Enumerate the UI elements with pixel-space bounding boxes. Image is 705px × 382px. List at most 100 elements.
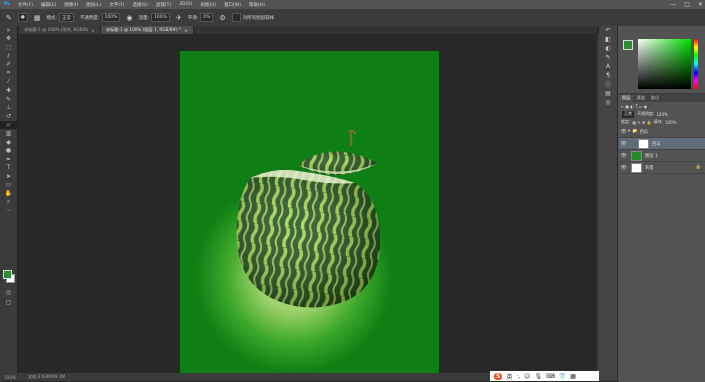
paragraph-panel-icon[interactable]: ¶ — [599, 71, 617, 80]
ime-skin-icon[interactable]: 👕 — [559, 373, 566, 380]
properties-panel-icon[interactable]: ◧ — [599, 35, 617, 44]
menu-layer[interactable]: 图层(L) — [82, 2, 105, 8]
mode-label: 模式: — [46, 15, 57, 21]
smooth-input[interactable]: 0% — [200, 13, 214, 22]
airbrush-icon[interactable]: ✈ — [176, 14, 182, 22]
close-tab-icon[interactable]: × — [91, 28, 95, 33]
lock-icons[interactable]: ▦ ✎ ✥ 🔒 — [632, 120, 651, 125]
quick-select-tool-icon[interactable]: ✐ — [0, 60, 17, 69]
eraser-tool-icon[interactable]: ▱ — [0, 120, 17, 130]
hand-tool-icon[interactable]: ✋ — [0, 189, 17, 198]
dodge-tool-icon[interactable]: ● — [0, 146, 17, 155]
clone-stamp-tool-icon[interactable]: ⊥ — [0, 103, 17, 112]
collapse-icon[interactable]: » — [0, 26, 17, 35]
path-select-tool-icon[interactable]: ➤ — [0, 172, 17, 181]
brush-panel-icon[interactable]: ✎ — [599, 53, 617, 62]
layer-group-row[interactable]: 👁 ▾ 📁 西瓜 — [619, 126, 705, 138]
menu-select[interactable]: 选择(S) — [129, 2, 152, 8]
brush-tool-icon[interactable]: ✎ — [0, 95, 17, 104]
marquee-tool-icon[interactable]: ⬚ — [0, 43, 17, 52]
document-tab[interactable]: 未标题-1 @ 100% (形状, RGB/8) × — [19, 26, 101, 34]
shape-tool-icon[interactable]: ▭ — [0, 181, 17, 190]
visibility-eye-icon[interactable]: 👁 — [619, 141, 628, 147]
tab-paths[interactable]: 路径 — [648, 95, 662, 101]
expand-chevron-icon[interactable]: ▾ — [628, 129, 630, 134]
ime-tools-icon[interactable]: ▦ — [570, 373, 576, 380]
quick-mask-icon[interactable]: ◎ — [0, 288, 17, 297]
blend-mode-select[interactable]: 正常 — [621, 109, 635, 119]
color-panel-foreground-swatch[interactable] — [623, 40, 633, 50]
canvas-area[interactable] — [18, 34, 597, 373]
type-tool-icon[interactable]: T — [0, 164, 17, 173]
tab-channels[interactable]: 通道 — [633, 95, 647, 101]
smooth-settings-icon[interactable]: ⚙ — [219, 14, 225, 22]
brush-settings-icon[interactable]: ▦ — [34, 14, 41, 22]
hue-slider[interactable] — [694, 39, 698, 89]
minimize-button[interactable]: — — [670, 1, 676, 8]
filter-kind-icon[interactable]: ⌕ — [621, 104, 623, 109]
layer-row[interactable]: 👁 图层 1 — [619, 150, 705, 162]
menu-image[interactable]: 图像(I) — [60, 2, 82, 8]
history-brush-tool-icon[interactable]: ↺ — [0, 112, 17, 121]
blur-tool-icon[interactable]: ◆ — [0, 138, 17, 147]
menu-window[interactable]: 窗口(W) — [220, 2, 245, 8]
sample-all-checkbox[interactable] — [231, 13, 241, 22]
character-panel-icon[interactable]: A — [599, 62, 617, 71]
close-button[interactable]: ✕ — [698, 1, 703, 8]
zoom-level[interactable]: 100% — [4, 375, 16, 380]
info-panel-icon[interactable]: ⓘ — [599, 80, 617, 89]
more-tools-icon[interactable]: ⋯ — [0, 206, 17, 215]
mode-select[interactable]: 正常 — [58, 13, 74, 22]
ime-punctuation-icon[interactable]: ·, — [516, 373, 520, 380]
menu-help[interactable]: 帮助(H) — [245, 2, 269, 8]
menu-filter[interactable]: 滤镜(T) — [152, 2, 175, 8]
ime-language-toggle[interactable]: 英 — [506, 372, 512, 381]
visibility-eye-icon[interactable]: 👁 — [619, 153, 628, 159]
healing-brush-tool-icon[interactable]: ✚ — [0, 86, 17, 95]
fill-input[interactable]: 100% — [665, 120, 676, 125]
document-canvas[interactable] — [180, 51, 439, 373]
lock-icon: 🔒 — [695, 165, 701, 170]
tab-layers[interactable]: 图层 — [619, 95, 634, 101]
sogou-logo-icon[interactable]: S — [494, 372, 503, 380]
foreground-color-swatch[interactable] — [3, 270, 12, 279]
pen-tool-icon[interactable]: ✒ — [0, 155, 17, 164]
document-tab-active[interactable]: 未标题-1 @ 100% (图层 1, RGB/8#) * × — [100, 26, 194, 34]
swatches-panel-icon[interactable]: ▤ — [599, 89, 617, 98]
channels-panel-icon[interactable]: ◎ — [599, 98, 617, 107]
crop-tool-icon[interactable]: ⌗ — [0, 69, 17, 78]
menu-view[interactable]: 视图(V) — [196, 2, 220, 8]
move-tool-icon[interactable]: ✥ — [0, 35, 17, 44]
layer-row-selected[interactable]: 👁 西瓜 — [619, 138, 705, 150]
lasso-tool-icon[interactable]: ℓ — [0, 52, 17, 61]
menu-edit[interactable]: 编辑(E) — [37, 2, 60, 8]
layer-row-background[interactable]: 👁 背景 🔒 — [619, 162, 705, 174]
gradient-tool-icon[interactable]: ▥ — [0, 129, 17, 138]
eyedropper-tool-icon[interactable]: ⁄ — [0, 78, 17, 87]
pressure-opacity-icon[interactable]: ◉ — [126, 14, 132, 22]
menu-3d[interactable]: 3D(D) — [175, 2, 196, 7]
flow-input[interactable]: 100% — [151, 13, 170, 22]
visibility-eye-icon[interactable]: 👁 — [619, 165, 628, 171]
color-swatches[interactable] — [3, 270, 15, 283]
app-logo[interactable]: Ps — [0, 2, 14, 7]
opacity-input[interactable]: 100% — [101, 13, 121, 22]
ime-voice-icon[interactable]: 🎙 — [534, 373, 542, 380]
zoom-tool-icon[interactable]: ⌕ — [0, 198, 17, 207]
filter-icons[interactable]: ▣ ◐ T ▭ ◆ — [625, 104, 647, 109]
brush-size-picker[interactable]: ● — [17, 13, 28, 22]
history-panel-icon[interactable]: ↶ — [599, 26, 617, 35]
ime-keyboard-icon[interactable]: ⌨ — [546, 373, 555, 380]
ime-toolbar: S 英 ·, ☺ 🎙 ⌨ 👕 ▦ — [490, 371, 604, 381]
maximize-button[interactable]: □ — [684, 1, 690, 8]
screen-mode-icon[interactable]: ▢ — [0, 298, 17, 307]
menu-type[interactable]: 文字(Y) — [105, 2, 128, 8]
color-picker-field[interactable] — [638, 39, 691, 89]
adjustments-panel-icon[interactable]: ◐ — [599, 44, 617, 53]
close-tab-icon[interactable]: × — [184, 28, 188, 33]
layer-opacity-input[interactable]: 100% — [656, 112, 667, 117]
visibility-eye-icon[interactable]: 👁 — [619, 129, 628, 135]
ime-emoji-icon[interactable]: ☺ — [524, 373, 530, 380]
menu-file[interactable]: 文件(F) — [14, 2, 37, 8]
tool-preset-icon[interactable]: ✎ — [6, 14, 12, 22]
